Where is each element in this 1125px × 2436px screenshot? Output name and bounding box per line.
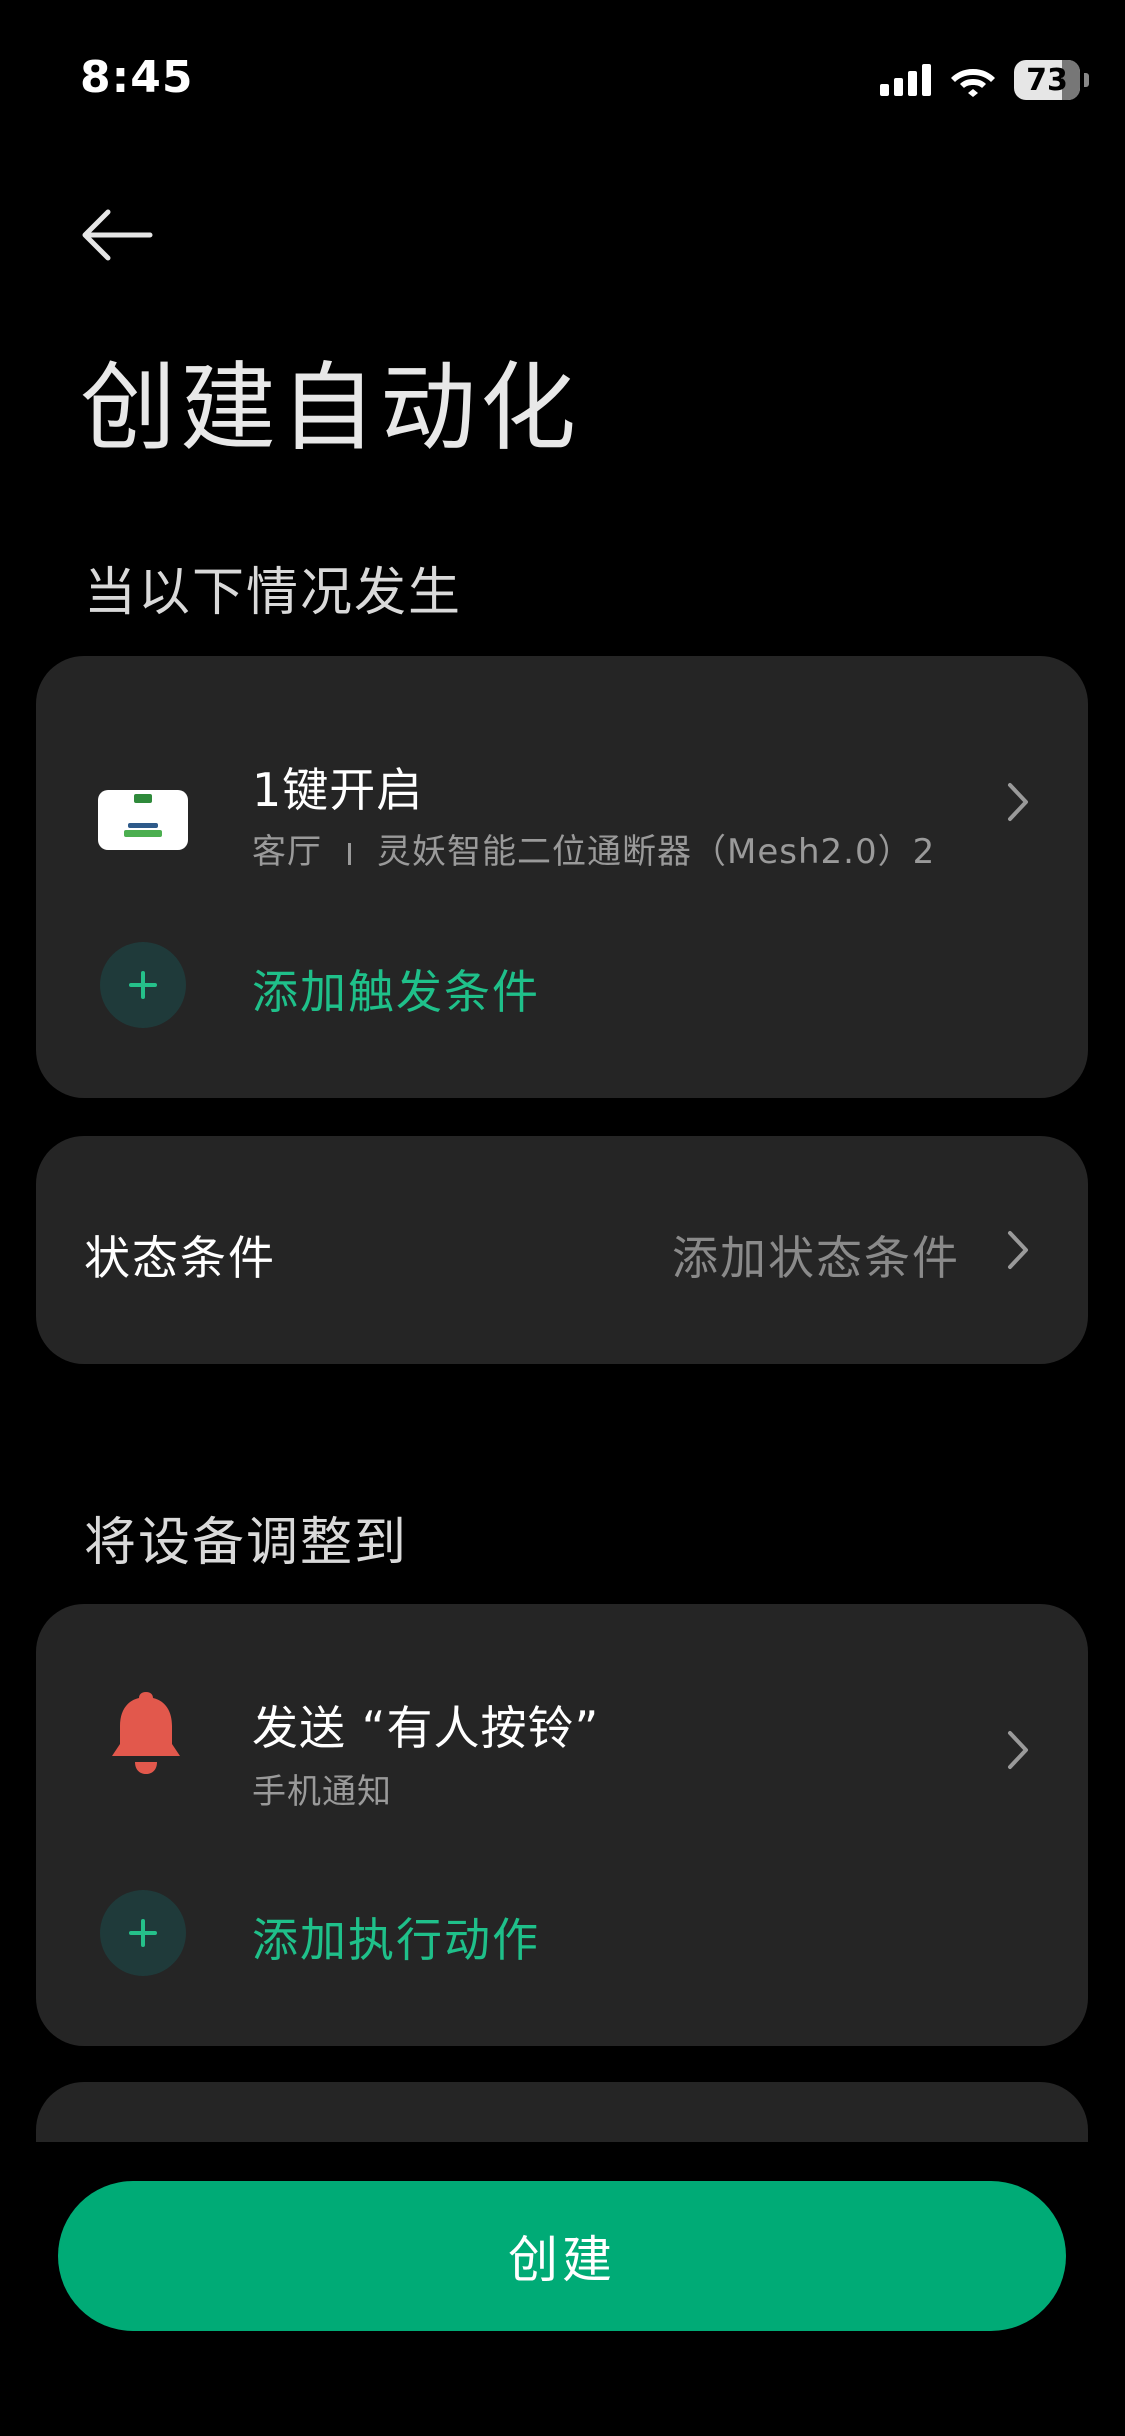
state-condition-row[interactable]: 状态条件 添加状态条件 <box>36 1136 1088 1364</box>
create-button[interactable]: 创建 <box>58 2181 1066 2331</box>
chevron-right-icon <box>1008 1231 1028 1269</box>
battery-icon: 73 <box>1014 60 1080 100</box>
status-time: 8:45 <box>80 52 194 103</box>
battery-level: 73 <box>1026 62 1068 98</box>
chevron-right-icon <box>1008 783 1028 821</box>
trigger-card: 1键开启 客厅 灵妖智能二位通断器（Mesh2.0）2 添加触发条件 <box>36 656 1088 1098</box>
trigger-item[interactable]: 1键开启 客厅 灵妖智能二位通断器（Mesh2.0）2 <box>36 696 1088 876</box>
trigger-subtitle: 客厅 灵妖智能二位通断器（Mesh2.0）2 <box>252 824 935 873</box>
state-condition-value: 添加状态条件 <box>672 1231 960 1285</box>
action-subtitle: 手机通知 <box>252 1772 392 1812</box>
separator <box>348 842 351 865</box>
cellular-signal-icon <box>880 64 931 96</box>
wifi-icon <box>951 69 995 97</box>
back-button[interactable] <box>78 200 158 270</box>
status-icons: 73 <box>880 58 1089 102</box>
add-trigger-button[interactable]: 添加触发条件 <box>252 956 540 1022</box>
arrow-left-icon <box>82 209 153 261</box>
add-action-icon[interactable] <box>100 1890 186 1976</box>
action-item[interactable]: 发送 “有人按铃” 手机通知 <box>36 1644 1088 1824</box>
action-section-title: 将设备调整到 <box>84 1513 409 1573</box>
trigger-room: 客厅 <box>252 832 322 872</box>
action-title: 发送 “有人按铃” <box>252 1701 600 1755</box>
battery-cap <box>1084 73 1089 87</box>
trigger-device: 灵妖智能二位通断器（Mesh2.0）2 <box>377 832 936 872</box>
trigger-section-title: 当以下情况发生 <box>84 563 463 623</box>
add-action-button[interactable]: 添加执行动作 <box>252 1904 540 1970</box>
chevron-right-icon <box>1008 1731 1028 1769</box>
state-condition-label: 状态条件 <box>84 1231 276 1285</box>
add-trigger-icon[interactable] <box>100 942 186 1028</box>
page-title: 创建自动化 <box>80 352 580 464</box>
trigger-title: 1键开启 <box>252 763 424 817</box>
bell-icon <box>112 1692 180 1774</box>
action-card: 发送 “有人按铃” 手机通知 添加执行动作 <box>36 1604 1088 2046</box>
device-thumbnail <box>98 790 188 850</box>
